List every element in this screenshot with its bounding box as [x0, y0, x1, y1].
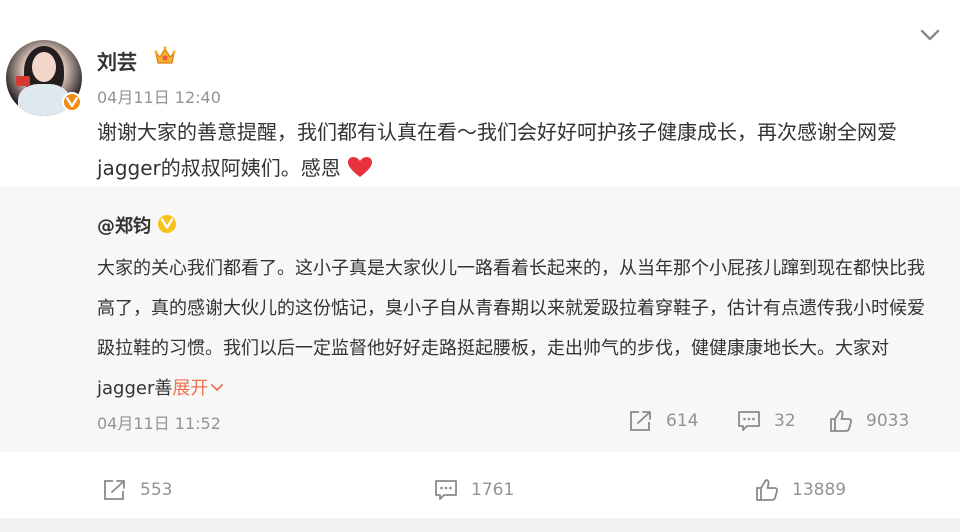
heart-emoji — [348, 157, 373, 177]
repost-repost-count: 614 — [666, 411, 699, 431]
repost-text: 大家的关心我们都看了。这小子真是大家伙儿一路看着长起来的，从当年那个小屁孩儿蹿到… — [97, 249, 927, 409]
comment-button[interactable]: 1761 — [433, 478, 514, 502]
weibo-post-card: 刘芸 04月11日 12:40 谢谢大家的善意提醒，我们都有认真在看～我们会好好… — [0, 0, 960, 532]
chevron-down-icon[interactable] — [918, 26, 942, 44]
repost-comment-button[interactable]: 32 — [736, 409, 796, 433]
expand-link[interactable]: 展开 — [172, 378, 224, 399]
repost-like-count: 9033 — [866, 411, 910, 431]
comment-icon — [435, 480, 457, 500]
card-divider — [0, 518, 960, 532]
comment-count: 1761 — [471, 480, 515, 500]
crown-icon[interactable] — [153, 45, 177, 67]
avatar-tag — [16, 76, 30, 86]
thumbs-up-icon — [830, 410, 853, 432]
repost-count: 553 — [140, 480, 173, 500]
like-button[interactable]: 13889 — [754, 478, 846, 502]
repost-author[interactable]: @郑钧 — [97, 212, 151, 238]
comment-icon — [738, 411, 760, 431]
chevron-down-icon — [211, 384, 224, 391]
verified-v-icon — [158, 215, 176, 233]
thumbs-up-icon — [756, 479, 779, 501]
repost-comment-count: 32 — [774, 411, 796, 431]
repost-timestamp[interactable]: 04月11日 11:52 — [97, 410, 221, 434]
repost-icon — [104, 480, 125, 500]
repost-like-button[interactable]: 9033 — [828, 409, 909, 433]
post-username[interactable]: 刘芸 — [97, 46, 137, 75]
repost-icon — [630, 411, 651, 431]
repost-button[interactable]: 553 — [102, 478, 172, 502]
repost-repost-button[interactable]: 614 — [628, 409, 698, 433]
post-content: 谢谢大家的善意提醒，我们都有认真在看～我们会好好呵护孩子健康成长，再次感谢全网爱… — [97, 114, 947, 186]
avatar-face — [32, 52, 56, 82]
like-count: 13889 — [792, 480, 847, 500]
verified-v-icon — [62, 92, 82, 112]
post-timestamp[interactable]: 04月11日 12:40 — [97, 84, 221, 108]
reposted-weibo[interactable]: @郑钧 大家的关心我们都看了。这小子真是大家伙儿一路看着长起来的，从当年那个小屁… — [0, 187, 960, 452]
expand-label: 展开 — [172, 378, 209, 399]
post-content-text: 谢谢大家的善意提醒，我们都有认真在看～我们会好好呵护孩子健康成长，再次感谢全网爱… — [97, 120, 897, 180]
